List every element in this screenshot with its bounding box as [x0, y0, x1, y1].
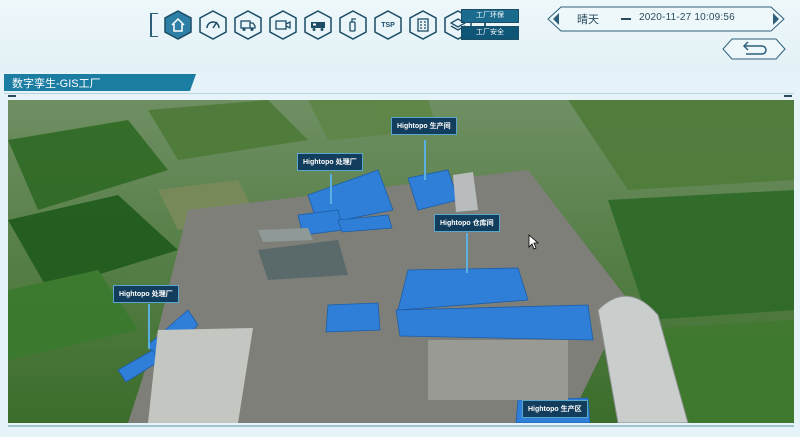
home-button[interactable]: [163, 10, 193, 40]
fire-truck-icon: [311, 22, 325, 31]
safety-mode-button[interactable]: 工厂安全: [461, 26, 519, 40]
map-label-warehouse[interactable]: Hightopo 仓库间: [434, 214, 500, 232]
extinguisher-icon: [349, 18, 356, 32]
home-icon: [171, 17, 185, 32]
weather-text: 晴天: [577, 14, 599, 26]
monitor-button[interactable]: [198, 10, 228, 40]
toolbar-left-bracket: [150, 13, 158, 37]
datetime-text: 2020-11-27 10:09:56: [639, 12, 735, 23]
page-title: 数字孪生-GIS工厂: [12, 78, 101, 90]
camera-button[interactable]: [268, 10, 298, 40]
tsp-icon: TSP: [381, 21, 395, 29]
map-label-production-area[interactable]: Hightopo 生产区: [522, 400, 588, 418]
page-title-bar: 数字孪生-GIS工厂: [4, 74, 196, 91]
fire-truck-button[interactable]: [303, 10, 333, 40]
camera-icon: [275, 20, 291, 30]
corner-mark-left: [8, 95, 16, 97]
pin-warehouse: [466, 233, 468, 273]
mouse-cursor-icon: [528, 234, 540, 250]
gauge-icon: [206, 21, 220, 29]
bottom-divider: [8, 425, 794, 427]
extinguisher-button[interactable]: [338, 10, 368, 40]
pin-treatment-plant-left: [148, 304, 150, 349]
pin-treatment-plant-top: [330, 174, 332, 204]
back-button[interactable]: [722, 38, 786, 60]
factory-scene: [8, 100, 794, 423]
status-panel: 晴天 2020-11-27 10:09:56: [547, 6, 785, 32]
map-label-treatment-plant-top[interactable]: Hightopo 处理厂: [297, 153, 363, 171]
corner-mark-right: [784, 95, 792, 97]
gis-map-view[interactable]: Hightopo 生产间 Hightopo 处理厂 Hightopo 仓库间 H…: [8, 100, 794, 423]
toolbar: TSP: [150, 8, 486, 42]
vehicle-button[interactable]: [233, 10, 263, 40]
pin-production-hall: [424, 140, 426, 180]
env-mode-button[interactable]: 工厂环保: [461, 9, 519, 23]
tsp-button[interactable]: TSP: [373, 10, 403, 40]
map-label-production-hall[interactable]: Hightopo 生产间: [391, 117, 457, 135]
title-divider: [4, 93, 794, 94]
status-divider: [621, 18, 631, 20]
layers-icon: [450, 18, 466, 31]
top-bar: TSP 工厂环保 工厂安全 晴天 2020-11-27 10:09:56: [0, 0, 800, 72]
map-label-treatment-plant-left[interactable]: Hightopo 处理厂: [113, 285, 179, 303]
truck-icon: [240, 20, 256, 31]
building-icon: [417, 18, 429, 32]
mode-switch: 工厂环保 工厂安全: [461, 9, 519, 40]
building-button[interactable]: [408, 10, 438, 40]
